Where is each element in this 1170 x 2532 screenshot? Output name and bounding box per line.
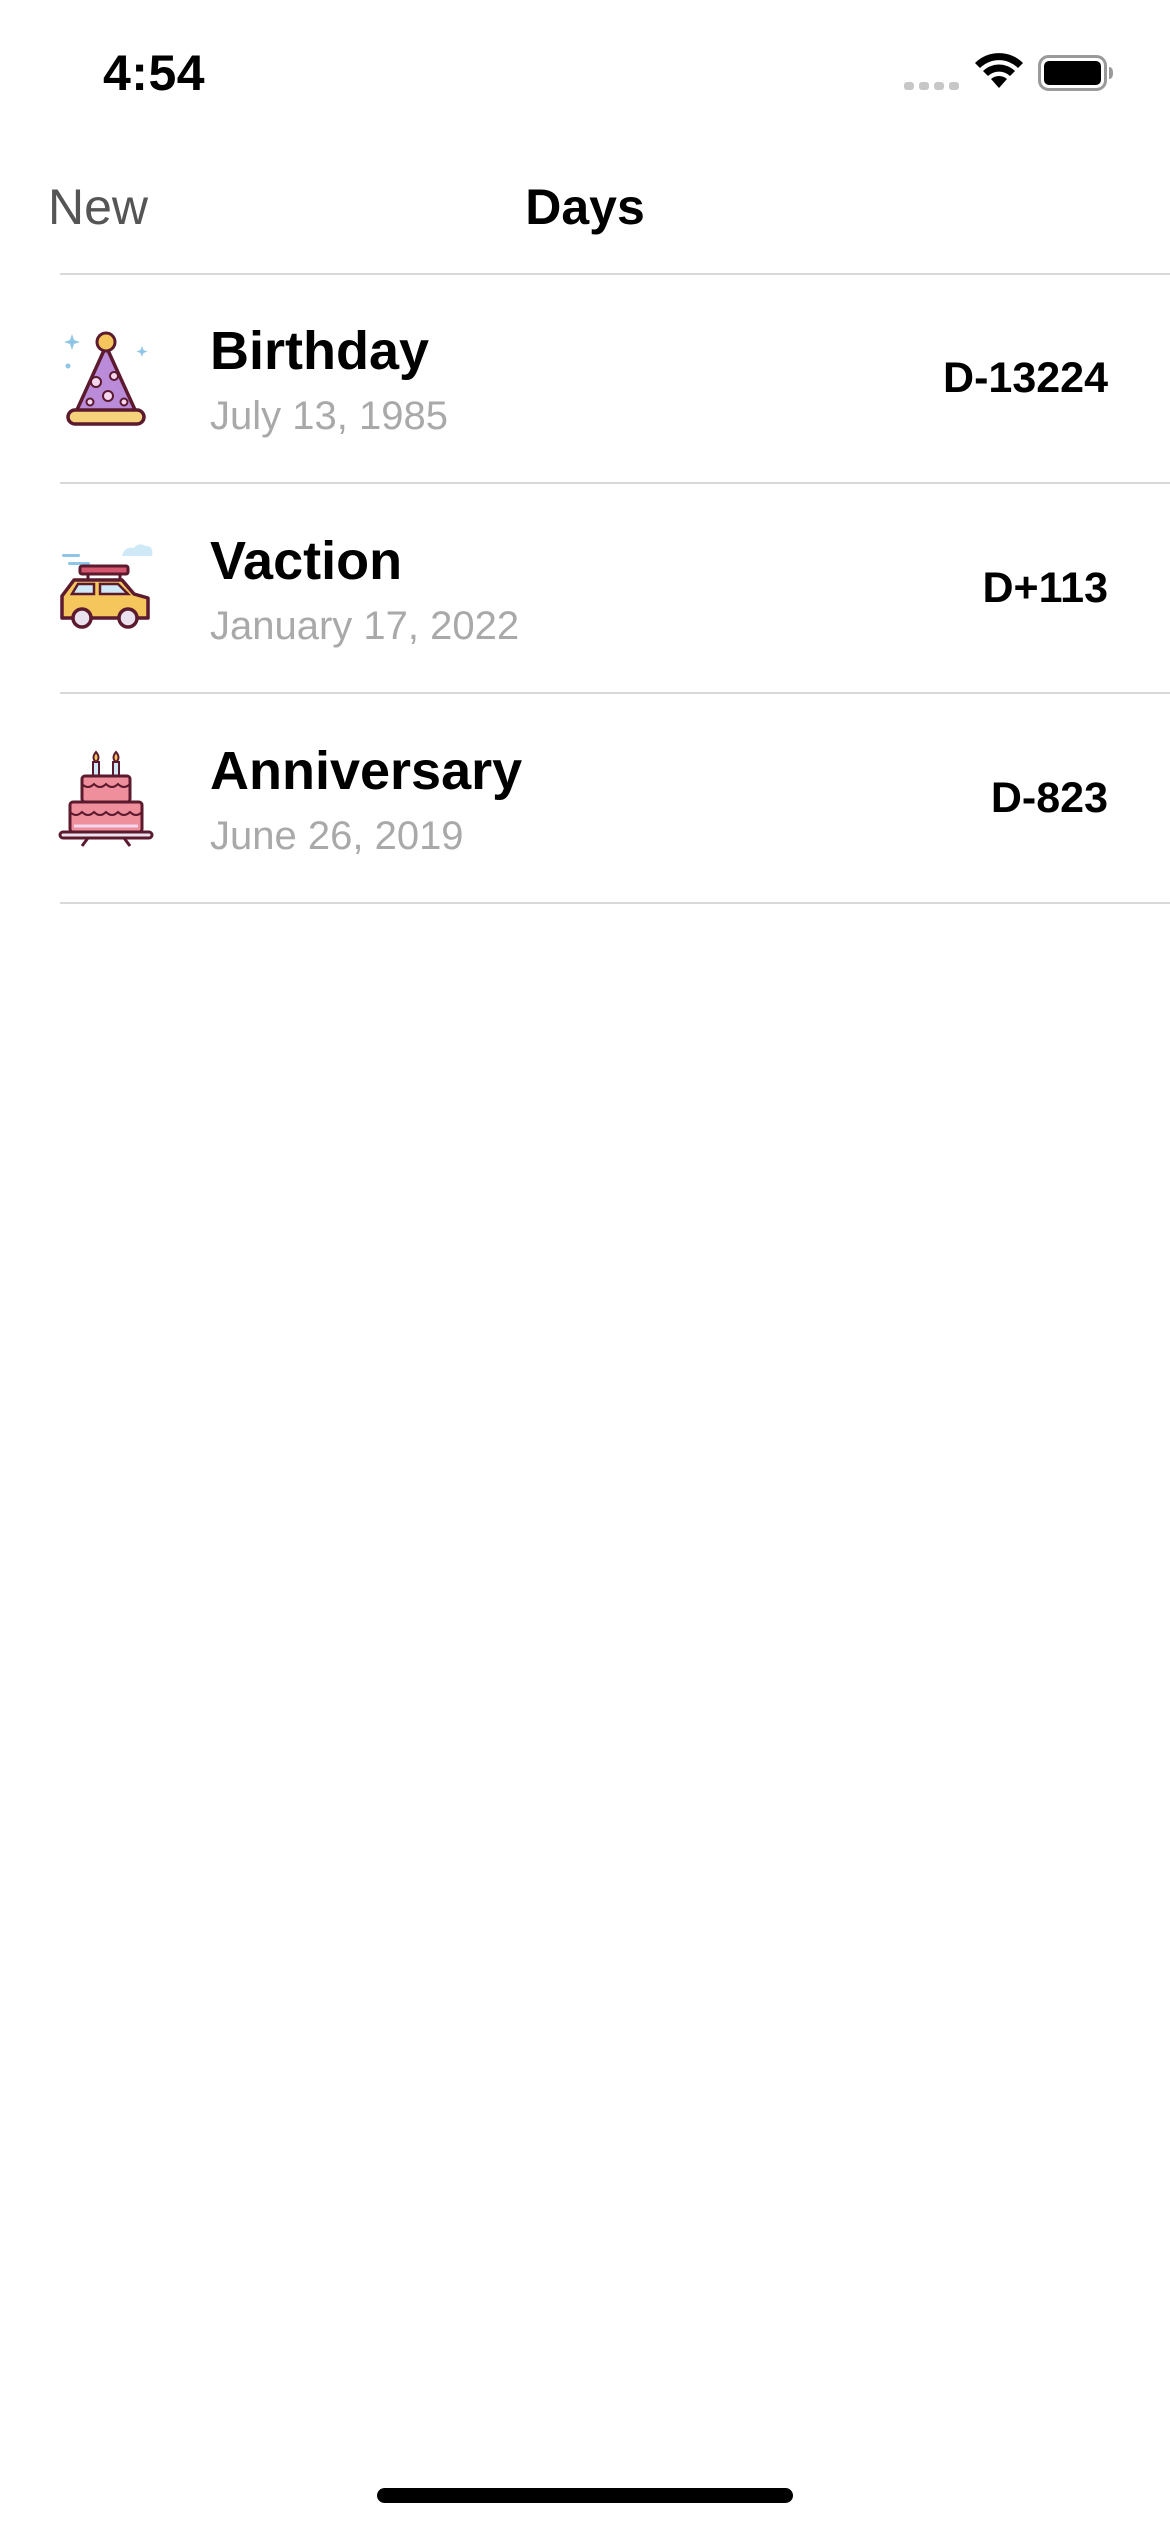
day-count: D+113 xyxy=(982,564,1108,612)
cellular-signal-icon xyxy=(904,82,959,90)
page-title: Days xyxy=(525,179,645,235)
car-icon xyxy=(58,536,154,640)
list-item-birthday[interactable]: Birthday July 13, 1985 D-13224 xyxy=(0,274,1170,484)
divider xyxy=(60,902,1170,904)
day-title: Birthday xyxy=(210,321,430,381)
day-date: July 13, 1985 xyxy=(210,394,448,438)
home-indicator[interactable] xyxy=(377,2488,793,2503)
status-bar: 4:54 xyxy=(0,0,1170,140)
day-date: January 17, 2022 xyxy=(210,604,520,648)
status-time: 4:54 xyxy=(103,45,206,101)
battery-icon xyxy=(1038,55,1113,91)
day-count: D-13224 xyxy=(943,354,1108,402)
day-title: Anniversary xyxy=(210,741,523,801)
list-item-vaction[interactable]: Vaction January 17, 2022 D+113 xyxy=(0,484,1170,694)
cake-icon xyxy=(58,746,154,850)
wifi-icon xyxy=(975,53,1023,88)
list-item-anniversary[interactable]: Anniversary June 26, 2019 D-823 xyxy=(0,694,1170,904)
day-list: Birthday July 13, 1985 D-13224 Vaction J… xyxy=(0,274,1170,904)
day-title: Vaction xyxy=(210,531,403,591)
day-count: D-823 xyxy=(990,774,1108,822)
party-hat-icon xyxy=(58,326,154,430)
day-date: June 26, 2019 xyxy=(210,814,464,858)
navigation-bar: New Days xyxy=(0,140,1170,275)
